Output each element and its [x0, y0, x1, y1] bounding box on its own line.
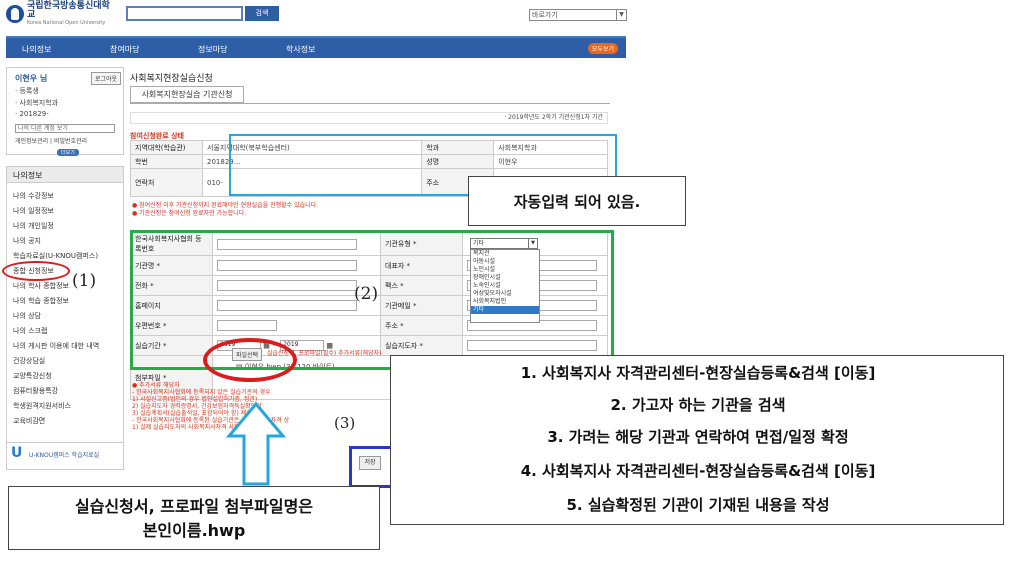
save-highlight [349, 446, 394, 488]
menu-item[interactable]: 나의 수강정보 [13, 191, 54, 201]
chevron-down-icon: ▼ [616, 10, 626, 20]
account-links[interactable]: 개인정보관리 | 비밀번호관리 [15, 136, 87, 145]
student-id-label: 학번 [130, 154, 203, 169]
goto-select[interactable]: 바로가기 ▼ [529, 9, 627, 21]
main-navbar: 나의정보 참여마당 정보마당 학사정보 모두보기 [6, 36, 626, 58]
menu-item[interactable]: 나의 개인일정 [13, 221, 54, 231]
menu-item[interactable]: 컴퓨터활용특강 [13, 386, 58, 396]
logo-emblem-icon [6, 5, 24, 23]
file-name-callout-line1: 실습신청서, 프로파일 첨부파일명은 [74, 497, 314, 516]
menu-item[interactable]: 교양특강신청 [13, 371, 52, 381]
notice-line: ● 기관신청은 참여신청 완료자만 가능합니다. [132, 210, 247, 217]
logo-title: 국립한국방송통신대학교 [26, 1, 110, 20]
marker-1: (1) [72, 271, 97, 291]
menu-item[interactable]: 학습자료실(U-KNOU캠퍼스) [13, 251, 98, 261]
more-button[interactable]: 더보기 [57, 149, 79, 156]
uknou-u-icon: U [11, 445, 23, 461]
search-button[interactable]: 검색 [245, 6, 279, 21]
page-title: 사회복지현장실습신청 [130, 74, 213, 84]
step-line: 4. 사회복지사 자격관리센터-현장실습등록&검색 [이동] [520, 462, 876, 480]
semester-info: · 2019학년도 2학기 기관신청1차 기간 [130, 112, 608, 124]
view-all-button[interactable]: 모두보기 [587, 43, 618, 54]
menu-item[interactable]: 나의 스크랩 [13, 326, 47, 336]
marker-3: (3) [334, 414, 356, 432]
up-arrow-icon [226, 402, 286, 486]
notice-line: - 한국사회복지사협회에 등록되지 않은 실습기관의 경우 [132, 389, 271, 396]
apply-notice: ● 참여신청 이후 기관신청까지 완료해야만 현장실습을 진행할수 있습니다. … [132, 202, 318, 218]
step-line: 3. 가려는 해당 기관과 연락하여 면접/일정 확정 [547, 428, 849, 446]
logo-subtitle: Korea National Open University [26, 20, 106, 26]
profile-box: 이현우 님 로그아웃 · 등록생 · 사회복지학과 · 201829- 나의 다… [6, 67, 124, 156]
menu-highlight-ellipse [2, 261, 70, 281]
step-line: 2. 가고자 하는 기관을 검색 [610, 396, 786, 414]
menu-item[interactable]: 학생원격지원서비스 [13, 401, 71, 411]
tab-divider [130, 103, 610, 104]
user-id: · 201829- [15, 110, 49, 118]
file-highlight-ellipse [203, 338, 297, 382]
nav-information[interactable]: 정보마당 [198, 44, 227, 55]
steps-callout: 1. 사회복지사 자격관리센터-현장실습등록&검색 [이동] 2. 가고자 하는… [390, 355, 1004, 525]
menu-item[interactable]: 나의 공지 [13, 236, 41, 246]
uknou-banner[interactable]: U U-KNOU캠퍼스 학습지료실 [6, 442, 124, 470]
menu-item[interactable]: 나의 학습 종합정보 [13, 296, 69, 306]
uknou-label: U-KNOU캠퍼스 학습지료실 [29, 452, 100, 459]
user-name: 이현우 님 [15, 74, 48, 83]
auto-filled-callout: 자동입력 되어 있음. [468, 176, 686, 226]
account-select[interactable]: 나의 다른 계정 보기 [15, 124, 115, 133]
phone-label: 연락처 [130, 168, 203, 197]
university-logo[interactable]: 국립한국방송통신대학교 Korea National Open Universi… [6, 1, 118, 26]
marker-2: (2) [354, 284, 379, 304]
goto-select-value: 바로가기 [532, 11, 558, 19]
step-line: 1. 사회복지사 자격관리센터-현장실습등록&검색 [이동] [520, 364, 876, 382]
logout-button[interactable]: 로그아웃 [91, 72, 122, 85]
nav-academic[interactable]: 학사정보 [286, 44, 315, 55]
search-input[interactable] [126, 6, 243, 21]
step-line: 5. 실습확정된 기관이 기재된 내용을 작성 [566, 496, 830, 514]
user-dept: · 사회복지학과 [15, 99, 59, 107]
side-menu-header: 나의정보 [7, 167, 123, 183]
menu-item[interactable]: 나의 학사 종합정보 [13, 281, 69, 291]
nav-my-info[interactable]: 나의정보 [22, 44, 51, 55]
file-name-callout: 실습신청서, 프로파일 첨부파일명은 본인이름.hwp [8, 486, 380, 550]
menu-item[interactable]: 나의 게시판 이용에 대한 내역 [13, 341, 99, 351]
menu-item[interactable]: 건강상담실 [13, 356, 45, 366]
tab-institution-apply[interactable]: 사회복지현장실습 기관신청 [130, 86, 244, 103]
nav-participation[interactable]: 참여마당 [110, 44, 139, 55]
file-name-callout-line2: 본인이름.hwp [142, 521, 246, 540]
menu-item[interactable]: 교육비감면 [13, 416, 45, 426]
notice-line: ● 참여신청 이후 기관신청까지 완료해야만 현장실습을 진행할수 있습니다. [132, 202, 319, 209]
user-status: · 등록생 [15, 87, 39, 95]
region-label: 지역대학(학습관) [130, 140, 203, 155]
side-menu: 나의정보 나의 수강정보 나의 일정정보 나의 개인일정 나의 공지 학습자료실… [6, 166, 124, 462]
menu-item[interactable]: 나의 일정정보 [13, 206, 54, 216]
menu-item[interactable]: 나의 상담 [13, 311, 41, 321]
notice-line: ● 추가서류 해당자 [132, 382, 180, 389]
